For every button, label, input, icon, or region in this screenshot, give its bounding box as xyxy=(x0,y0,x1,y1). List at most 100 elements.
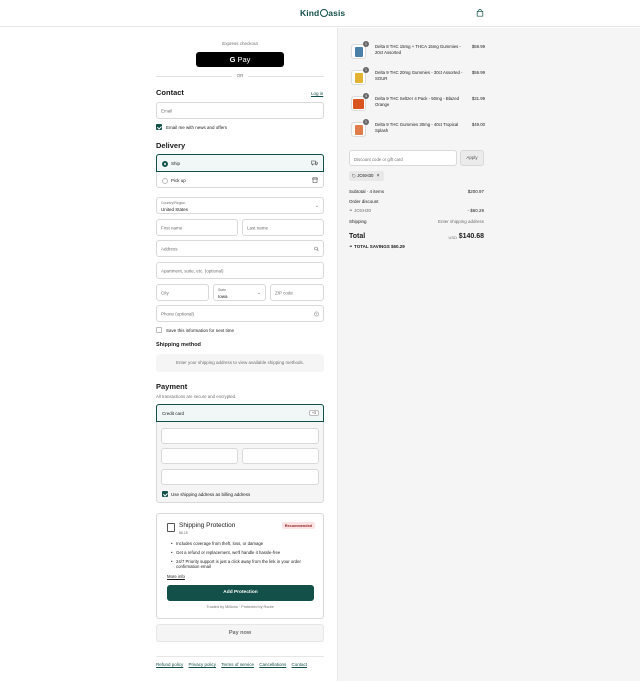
shopping-bag-icon[interactable] xyxy=(476,9,484,17)
shipping-method-title: Shipping method xyxy=(156,342,201,348)
shield-box-icon xyxy=(167,523,175,532)
cancellations-link[interactable]: Cancellations xyxy=(259,662,286,667)
discount-code-label: JOSH30 xyxy=(354,208,372,213)
quantity-badge: 1 xyxy=(363,67,369,73)
state-value: Iowa xyxy=(218,294,228,299)
discount-code-field[interactable]: Discount code or gift card xyxy=(349,150,457,166)
privacy-policy-link[interactable]: Privacy policy xyxy=(189,662,217,667)
country-select[interactable]: Country/Region United States ⌄ xyxy=(156,197,324,214)
phone-field[interactable]: Phone (optional) ? xyxy=(156,305,324,322)
zip-field[interactable]: ZIP code xyxy=(270,284,324,301)
address-placeholder: Address xyxy=(161,246,178,251)
name-on-card-field[interactable] xyxy=(161,469,319,485)
discount-value: - $60.29 xyxy=(467,208,484,213)
quantity-badge: 4 xyxy=(363,93,369,99)
total-savings: ⚭ TOTAL SAVINGS $60.29 xyxy=(349,244,405,250)
total-value: $140.68 xyxy=(458,233,484,240)
product-name: Delta 9 THC Seltzer 4 Pack - 50mg - Blaz… xyxy=(375,96,459,107)
apartment-placeholder: Apartment, suite, etc. (optional) xyxy=(161,268,224,273)
tag-icon xyxy=(352,173,356,178)
expiration-field[interactable] xyxy=(161,448,238,464)
product-price: $59.99 xyxy=(471,70,485,75)
search-icon xyxy=(314,246,319,251)
state-label: State xyxy=(218,288,227,292)
apply-discount-button[interactable]: Apply xyxy=(460,150,484,166)
credit-card-panel: Credit card +3 Use shipping address as b… xyxy=(156,404,324,503)
ship-radio[interactable] xyxy=(162,160,168,167)
security-code-field[interactable] xyxy=(242,448,319,464)
email-field[interactable]: Email xyxy=(156,102,324,119)
svg-text:?: ? xyxy=(316,312,318,316)
country-value: United States xyxy=(161,207,189,212)
email-placeholder: Email xyxy=(161,108,173,113)
cart-item: 4 Delta 9 THC Seltzer 4 Pack - 50mg - Bl… xyxy=(349,93,485,115)
chevron-down-icon: ⌄ xyxy=(314,202,319,209)
terms-of-service-link[interactable]: Terms of service xyxy=(221,662,254,667)
last-name-field[interactable]: Last name xyxy=(242,219,324,236)
applied-code-chip: JOSH30 × xyxy=(349,171,384,181)
footer-links: Refund policy Privacy policy Terms of se… xyxy=(156,662,311,667)
currency-label: USD xyxy=(448,235,457,240)
credit-card-label: Credit card xyxy=(162,411,185,416)
help-circle-icon[interactable]: ? xyxy=(314,311,319,316)
product-name: Delta 8 THC 15mg + THCA 15mg Gummies - 2… xyxy=(375,44,461,55)
save-info-checkbox[interactable] xyxy=(156,327,162,333)
first-name-field[interactable]: First name xyxy=(156,219,238,236)
total-row: Total USD $140.68 xyxy=(349,233,484,240)
billing-label: Use shipping address as billing address xyxy=(171,492,251,497)
contact-link[interactable]: Contact xyxy=(292,662,308,667)
add-protection-button[interactable]: Add Protection xyxy=(167,585,314,601)
login-link[interactable]: Log in xyxy=(311,91,323,96)
credit-card-option[interactable]: Credit card +3 xyxy=(156,404,324,422)
cart-item: 1 Delta 9 THC 20mg Gummies - 30ct Assort… xyxy=(349,67,485,89)
delivery-title: Delivery xyxy=(156,141,186,150)
kindoasis-logo[interactable]: Kind asis xyxy=(300,8,345,18)
more-cards-badge: +3 xyxy=(309,410,319,416)
shipping-method-info: Enter your shipping address to view avai… xyxy=(156,354,324,372)
city-field[interactable]: City xyxy=(156,284,209,301)
news-checkbox[interactable] xyxy=(156,124,162,130)
product-price: $31.99 xyxy=(471,96,485,101)
delivery-method-group: Ship Pick up xyxy=(156,154,324,188)
protection-price: $6.15 xyxy=(179,531,188,535)
ship-option[interactable]: Ship xyxy=(156,154,324,172)
or-text: OR xyxy=(236,73,244,78)
apartment-field[interactable]: Apartment, suite, etc. (optional) xyxy=(156,262,324,279)
subtotal-label: Subtotal · 4 items xyxy=(349,189,385,194)
more-info-link[interactable]: More info xyxy=(167,574,185,579)
logo-text-end: asis xyxy=(328,8,346,18)
product-image xyxy=(355,125,363,135)
pickup-option[interactable]: Pick up xyxy=(157,172,323,189)
pickup-radio[interactable] xyxy=(162,177,168,184)
card-number-field[interactable] xyxy=(161,428,319,444)
subtotal-row: Subtotal · 4 items $200.97 xyxy=(349,189,484,194)
express-checkout-label: Express checkout xyxy=(222,41,258,46)
savings-value: $60.29 xyxy=(390,244,405,249)
pay-now-button[interactable]: Pay now xyxy=(156,624,324,642)
discount-placeholder: Discount code or gift card xyxy=(354,156,403,162)
product-price: $59.99 xyxy=(471,44,485,49)
discount-code-row: ⚭ JOSH30 - $60.29 xyxy=(349,208,484,214)
billing-checkbox[interactable] xyxy=(162,491,168,497)
remove-code-icon[interactable]: × xyxy=(377,173,380,179)
protection-benefits: Includes coverage from theft, loss, or d… xyxy=(171,541,319,573)
state-select[interactable]: State Iowa ⌄ xyxy=(213,284,266,301)
protection-title: Shipping Protection xyxy=(179,522,236,529)
refund-policy-link[interactable]: Refund policy xyxy=(156,662,183,667)
quantity-badge: 1 xyxy=(363,119,369,125)
gpay-label: Pay xyxy=(235,55,251,64)
product-price: $49.00 xyxy=(471,122,485,127)
order-discount-label: Order discount xyxy=(349,199,379,204)
quantity-badge: 1 xyxy=(363,41,369,47)
phone-placeholder: Phone (optional) xyxy=(161,311,195,316)
or-divider: OR xyxy=(156,73,324,79)
cart-item: 1 Delta 8 THC 15mg + THCA 15mg Gummies -… xyxy=(349,41,485,63)
google-pay-button[interactable]: G Pay xyxy=(196,52,284,67)
country-label: Country/Region xyxy=(161,201,186,205)
order-discount-row: Order discount xyxy=(349,199,484,204)
last-name-placeholder: Last name xyxy=(247,225,269,230)
payment-title: Payment xyxy=(156,382,188,391)
address-field[interactable]: Address xyxy=(156,240,324,257)
benefit-item: Get a refund or replacement, we'll handl… xyxy=(171,550,319,555)
news-checkbox-label: Email me with news and offers xyxy=(166,125,227,130)
